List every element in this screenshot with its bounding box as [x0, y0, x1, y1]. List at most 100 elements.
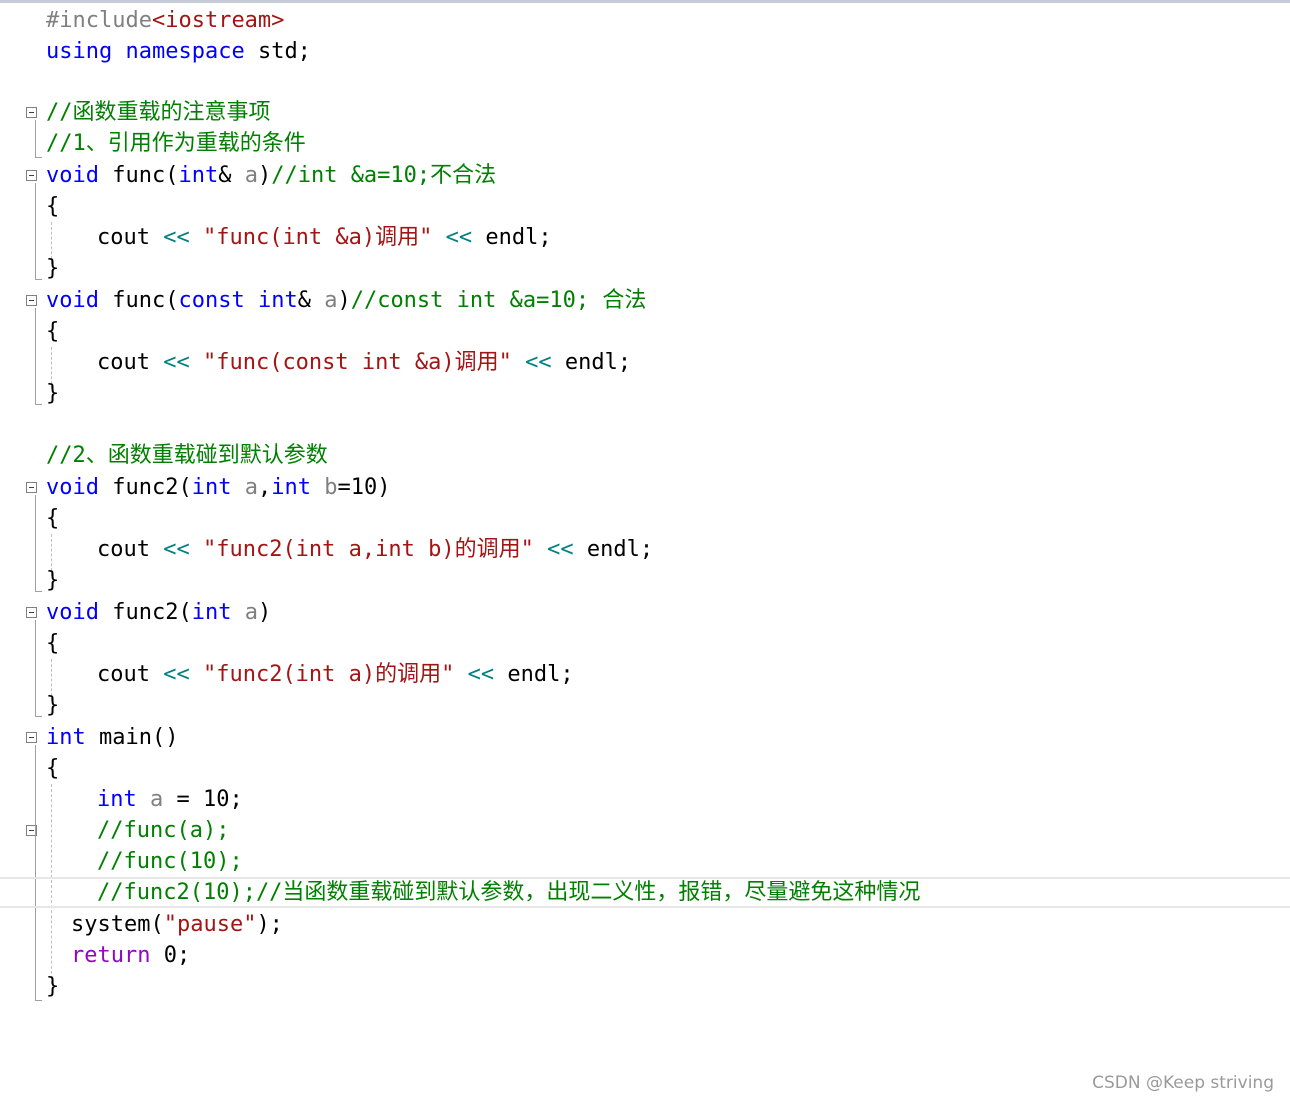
- code-line[interactable]: {: [0, 316, 1290, 347]
- code-text: }: [46, 971, 59, 1002]
- code-token: "func2(int a)的调用": [202, 662, 455, 687]
- code-token: namespace: [125, 39, 245, 64]
- code-token: cout: [97, 537, 150, 562]
- code-text: int main(): [46, 722, 178, 753]
- code-line[interactable]: void func2(int a,int b=10): [0, 472, 1290, 503]
- code-text: return 0;: [71, 940, 190, 971]
- code-text: void func2(int a): [46, 597, 271, 628]
- code-token: endl;: [507, 662, 574, 687]
- code-line[interactable]: }: [0, 253, 1290, 284]
- code-token: int: [257, 288, 298, 313]
- code-text: system("pause");: [71, 909, 283, 940]
- code-token: endl;: [564, 350, 632, 375]
- code-token: //int &a=10;不合法: [271, 163, 497, 188]
- code-editor[interactable]: #include<iostream> using namespace std; …: [0, 0, 1290, 1103]
- code-line[interactable]: {: [0, 628, 1290, 659]
- code-token: ): [257, 163, 272, 188]
- code-token: "func(const int &a)调用": [202, 350, 512, 375]
- code-line[interactable]: }: [0, 690, 1290, 721]
- code-text: //func2(10);//当函数重载碰到默认参数，出现二义性，报错，尽量避免这…: [97, 879, 920, 906]
- code-token: b: [324, 475, 338, 500]
- code-token: std;: [244, 39, 311, 64]
- code-line[interactable]: int main(): [0, 722, 1290, 753]
- code-line[interactable]: system("pause");: [0, 909, 1290, 940]
- code-line[interactable]: //1、引用作为重载的条件: [0, 128, 1290, 159]
- code-line[interactable]: int a = 10;: [0, 784, 1290, 815]
- code-text: {: [46, 503, 59, 534]
- code-token: {: [46, 319, 60, 344]
- code-token: a: [244, 475, 258, 500]
- code-line[interactable]: }: [0, 565, 1290, 596]
- code-token: <<: [149, 537, 203, 562]
- code-line[interactable]: using namespace std;: [0, 36, 1290, 67]
- code-token: {: [46, 194, 60, 219]
- code-text: }: [46, 565, 59, 596]
- code-line[interactable]: cout << "func(const int &a)调用" << endl;: [0, 347, 1290, 378]
- code-text: {: [46, 628, 59, 659]
- code-line-current[interactable]: //func2(10);//当函数重载碰到默认参数，出现二义性，报错，尽量避免这…: [0, 877, 1290, 908]
- code-text: }: [46, 378, 59, 409]
- code-line[interactable]: }: [0, 378, 1290, 409]
- code-text: {: [46, 191, 59, 222]
- code-text: using namespace std;: [46, 36, 311, 67]
- code-line[interactable]: [0, 67, 1290, 98]
- code-token: a: [324, 288, 338, 313]
- code-token: //1、引用作为重载的条件: [46, 131, 306, 156]
- code-token: system(: [71, 912, 164, 937]
- code-text: }: [46, 253, 59, 284]
- code-token: int: [191, 475, 232, 500]
- code-text: #include<iostream>: [46, 5, 284, 36]
- code-line[interactable]: void func(const int& a)//const int &a=10…: [0, 285, 1290, 316]
- code-line[interactable]: cout << "func2(int a,int b)的调用" << endl;: [0, 534, 1290, 565]
- code-line[interactable]: //2、函数重载碰到默认参数: [0, 440, 1290, 471]
- code-token: main(): [85, 725, 179, 750]
- code-token: }: [46, 568, 60, 593]
- code-line[interactable]: //函数重载的注意事项: [0, 97, 1290, 128]
- code-token: <<: [432, 225, 486, 250]
- code-line[interactable]: void func2(int a): [0, 597, 1290, 628]
- code-line[interactable]: void func(int& a)//int &a=10;不合法: [0, 160, 1290, 191]
- code-token: ): [337, 288, 351, 313]
- code-token: //func2(10);//当函数重载碰到默认参数，出现二义性，报错，尽量避免这…: [97, 880, 921, 905]
- code-token: void: [46, 475, 99, 500]
- code-token: <<: [149, 350, 203, 375]
- code-token: const: [178, 288, 245, 313]
- code-text: cout << "func2(int a,int b)的调用" << endl;: [97, 534, 653, 565]
- code-line[interactable]: [0, 409, 1290, 440]
- code-line[interactable]: cout << "func2(int a)的调用" << endl;: [0, 659, 1290, 690]
- code-token: //2、函数重载碰到默认参数: [46, 443, 328, 468]
- code-token: ,: [257, 475, 272, 500]
- code-token: int: [178, 163, 219, 188]
- code-line[interactable]: //func(a);: [0, 815, 1290, 846]
- code-line[interactable]: return 0;: [0, 940, 1290, 971]
- code-line[interactable]: {: [0, 753, 1290, 784]
- code-text: {: [46, 316, 59, 347]
- code-text: cout << "func2(int a)的调用" << endl;: [97, 659, 574, 690]
- code-token: <<: [149, 225, 203, 250]
- code-token: = 10;: [163, 787, 243, 812]
- code-text: void func(int& a)//int &a=10;不合法: [46, 160, 496, 191]
- code-line[interactable]: //func(10);: [0, 846, 1290, 877]
- code-text: {: [46, 753, 59, 784]
- code-token: int: [46, 725, 86, 750]
- code-line[interactable]: #include<iostream>: [0, 5, 1290, 36]
- code-token: }: [46, 693, 60, 718]
- code-line[interactable]: {: [0, 191, 1290, 222]
- code-token: func2(: [98, 475, 192, 500]
- code-token: cout: [97, 350, 150, 375]
- code-token: &: [218, 163, 245, 188]
- code-line[interactable]: }: [0, 971, 1290, 1002]
- code-token: }: [46, 381, 60, 406]
- code-token: //func(10);: [97, 849, 243, 874]
- code-line[interactable]: cout << "func(int &a)调用" << endl;: [0, 222, 1290, 253]
- code-line[interactable]: {: [0, 503, 1290, 534]
- code-token: "pause": [163, 912, 257, 937]
- code-text: //func(10);: [97, 846, 243, 877]
- code-token: <<: [149, 662, 203, 687]
- code-token: }: [46, 974, 60, 999]
- code-token: a: [244, 163, 258, 188]
